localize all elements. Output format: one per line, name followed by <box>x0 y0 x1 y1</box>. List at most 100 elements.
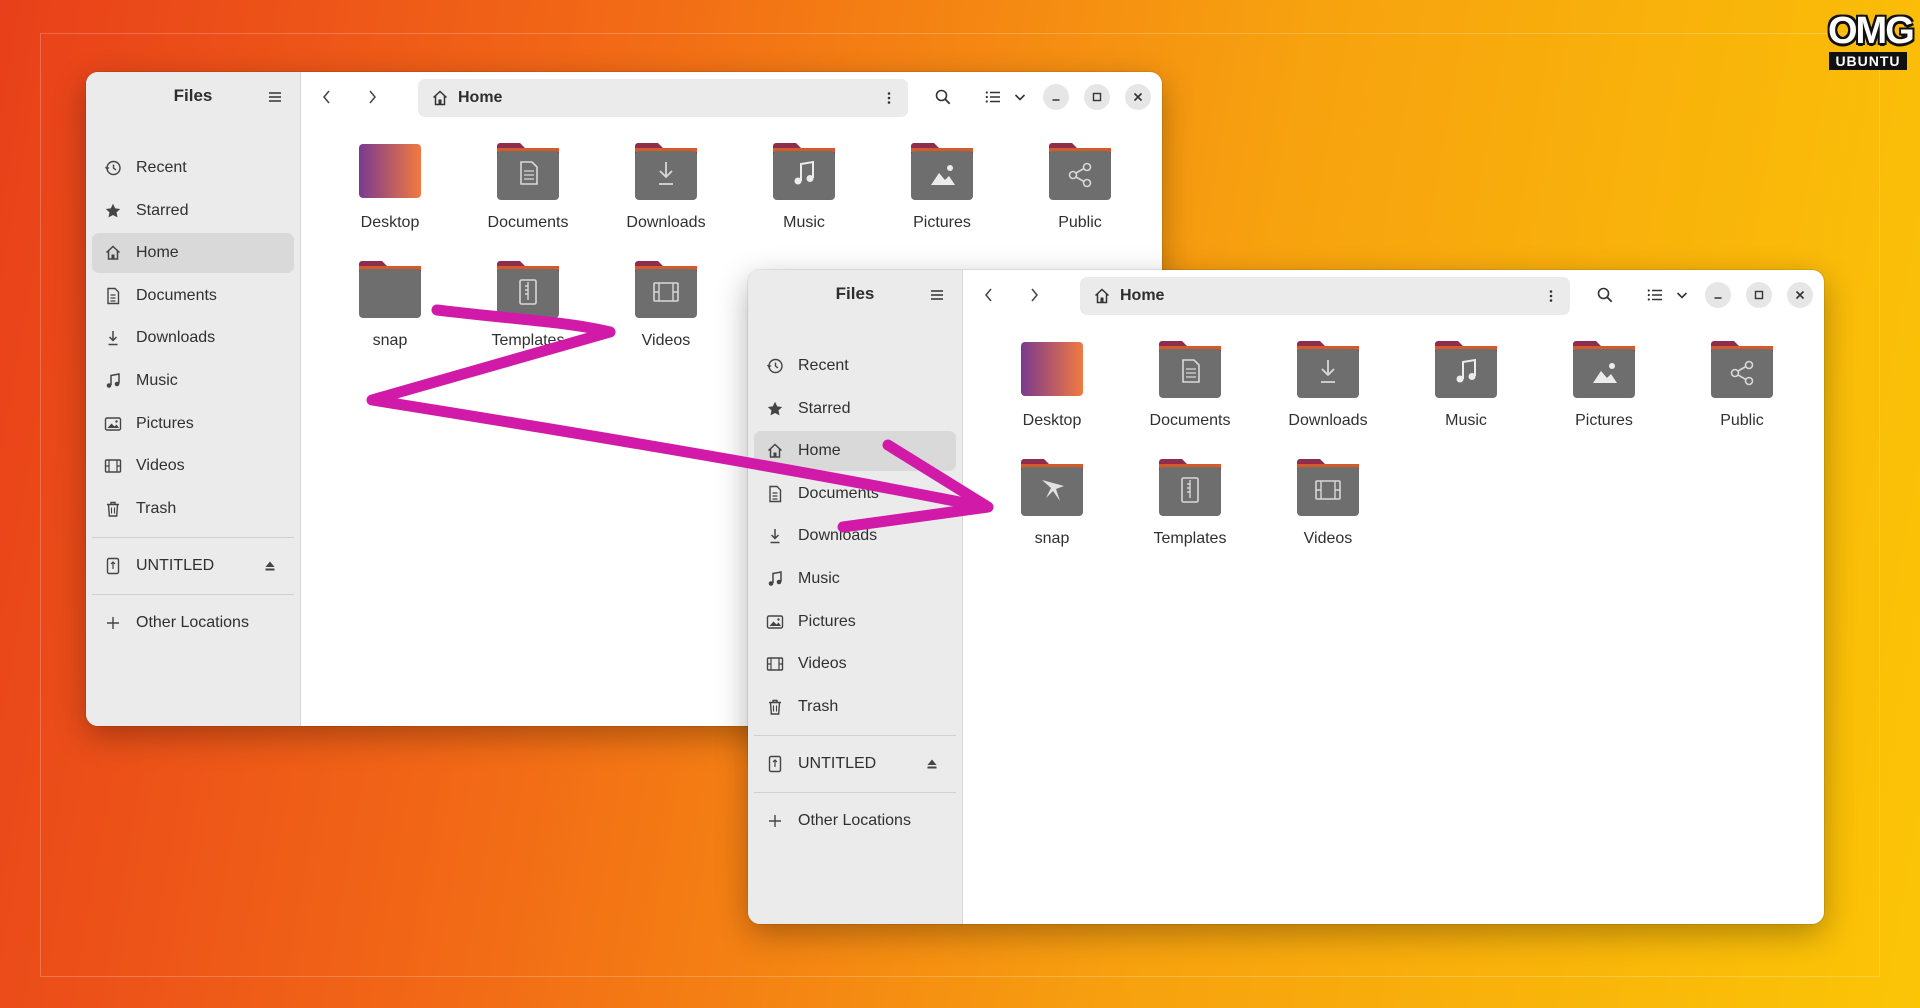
templates-folder-icon <box>495 258 561 320</box>
sidebar-item-label: Downloads <box>798 527 878 545</box>
hamburger-menu-icon[interactable] <box>928 286 946 304</box>
list-view-icon[interactable] <box>981 85 1005 109</box>
file-item-desktop[interactable]: Desktop <box>321 140 459 244</box>
picture-icon <box>102 415 124 433</box>
list-view-icon[interactable] <box>1643 283 1667 307</box>
header-bar: Home <box>301 72 1162 122</box>
file-item-label: Pictures <box>1575 412 1633 429</box>
sidebar-item-music[interactable]: Music <box>754 559 956 599</box>
more-options-icon[interactable] <box>880 89 898 107</box>
eject-icon[interactable] <box>926 758 938 770</box>
file-item-public[interactable]: Public <box>1673 338 1811 442</box>
file-item-pictures[interactable]: Pictures <box>873 140 1011 244</box>
forward-button[interactable] <box>1022 283 1046 307</box>
file-view: Desktop Documents Downloads Music Pictur… <box>963 320 1824 924</box>
sidebar-item-other-locations[interactable]: Other Locations <box>754 801 956 841</box>
sidebar-item-videos[interactable]: Videos <box>754 644 956 684</box>
file-item-templates[interactable]: Templates <box>459 258 597 362</box>
file-item-downloads[interactable]: Downloads <box>1259 338 1397 442</box>
sidebar-item-trash[interactable]: Trash <box>754 687 956 727</box>
back-button[interactable] <box>977 283 1001 307</box>
sidebar-item-label: Other Locations <box>798 811 911 829</box>
sidebar-item-trash[interactable]: Trash <box>92 489 294 529</box>
file-item-label: Public <box>1058 214 1102 231</box>
sidebar-item-downloads[interactable]: Downloads <box>754 516 956 556</box>
sidebar-item-home[interactable]: Home <box>92 233 294 274</box>
sidebar-item-label: Starred <box>136 201 189 219</box>
file-item-pictures[interactable]: Pictures <box>1535 338 1673 442</box>
view-options-chevron-down-icon[interactable] <box>1008 85 1032 109</box>
maximize-button[interactable] <box>1746 282 1772 308</box>
sidebar-item-label: Trash <box>798 697 839 715</box>
minimize-button[interactable] <box>1043 84 1069 110</box>
file-item-desktop[interactable]: Desktop <box>983 338 1121 442</box>
file-item-snap[interactable]: snap <box>321 258 459 362</box>
eject-icon[interactable] <box>264 560 276 572</box>
file-item-label: Music <box>1445 412 1487 429</box>
sidebar-header: Files <box>86 72 300 122</box>
file-item-snap[interactable]: snap <box>983 456 1121 560</box>
maximize-button[interactable] <box>1084 84 1110 110</box>
picture-icon <box>764 613 786 631</box>
logo-line-1: OMG <box>1828 10 1915 52</box>
file-item-label: Public <box>1720 412 1764 429</box>
plus-icon <box>764 812 786 830</box>
sidebar-item-device[interactable]: UNTITLED <box>754 744 956 784</box>
search-button[interactable] <box>1593 283 1617 307</box>
file-item-documents[interactable]: Documents <box>459 140 597 244</box>
public-folder-icon <box>1047 140 1113 202</box>
sidebar-separator <box>92 536 294 538</box>
sidebar-item-music[interactable]: Music <box>92 361 294 401</box>
sidebar-item-starred[interactable]: Starred <box>754 389 956 429</box>
file-item-videos[interactable]: Videos <box>1259 456 1397 560</box>
sidebar-item-recent[interactable]: Recent <box>754 346 956 386</box>
star-icon <box>764 400 786 418</box>
more-options-icon[interactable] <box>1542 287 1560 305</box>
file-item-videos[interactable]: Videos <box>597 258 735 362</box>
sidebar-item-device[interactable]: UNTITLED <box>92 546 294 586</box>
close-button[interactable] <box>1787 282 1813 308</box>
view-options-chevron-down-icon[interactable] <box>1670 283 1694 307</box>
file-item-label: Templates <box>1153 530 1227 547</box>
sidebar-item-pictures[interactable]: Pictures <box>754 602 956 642</box>
sidebar-item-label: Recent <box>136 159 187 176</box>
hamburger-menu-icon[interactable] <box>266 88 284 106</box>
snap-folder-icon <box>1019 456 1085 518</box>
templates-folder-icon <box>1157 456 1223 518</box>
sidebar-item-label: Starred <box>798 399 851 417</box>
file-item-music[interactable]: Music <box>1397 338 1535 442</box>
forward-button[interactable] <box>360 85 384 109</box>
file-item-documents[interactable]: Documents <box>1121 338 1259 442</box>
file-item-public[interactable]: Public <box>1011 140 1149 244</box>
path-label: Home <box>458 89 503 106</box>
logo-line-2: UBUNTU <box>1829 52 1907 70</box>
file-item-label: snap <box>1034 530 1070 547</box>
close-button[interactable] <box>1125 84 1151 110</box>
home-icon <box>102 244 124 262</box>
music-icon <box>764 570 786 588</box>
sidebar-item-home[interactable]: Home <box>754 431 956 472</box>
sidebar-item-documents[interactable]: Documents <box>754 474 956 514</box>
file-item-label: Videos <box>1303 530 1353 547</box>
file-item-downloads[interactable]: Downloads <box>597 140 735 244</box>
minimize-button[interactable] <box>1705 282 1731 308</box>
music-icon <box>102 372 124 390</box>
file-item-templates[interactable]: Templates <box>1121 456 1259 560</box>
path-bar[interactable]: Home <box>1080 277 1570 315</box>
sidebar-item-downloads[interactable]: Downloads <box>92 318 294 358</box>
file-item-music[interactable]: Music <box>735 140 873 244</box>
sidebar-item-recent[interactable]: Recent <box>92 148 294 188</box>
sidebar-item-videos[interactable]: Videos <box>92 446 294 486</box>
sidebar-item-other-locations[interactable]: Other Locations <box>92 603 294 643</box>
sidebar-item-starred[interactable]: Starred <box>92 191 294 231</box>
sidebar-item-label: Music <box>798 569 840 587</box>
music-folder-icon <box>771 140 837 202</box>
sidebar-item-documents[interactable]: Documents <box>92 276 294 316</box>
file-item-label: Desktop <box>1022 412 1082 429</box>
sidebar-item-label: Videos <box>798 655 847 673</box>
path-bar[interactable]: Home <box>418 79 908 117</box>
back-button[interactable] <box>315 85 339 109</box>
search-button[interactable] <box>931 85 955 109</box>
sidebar-item-pictures[interactable]: Pictures <box>92 404 294 444</box>
sidebar-item-label: Recent <box>798 357 849 374</box>
